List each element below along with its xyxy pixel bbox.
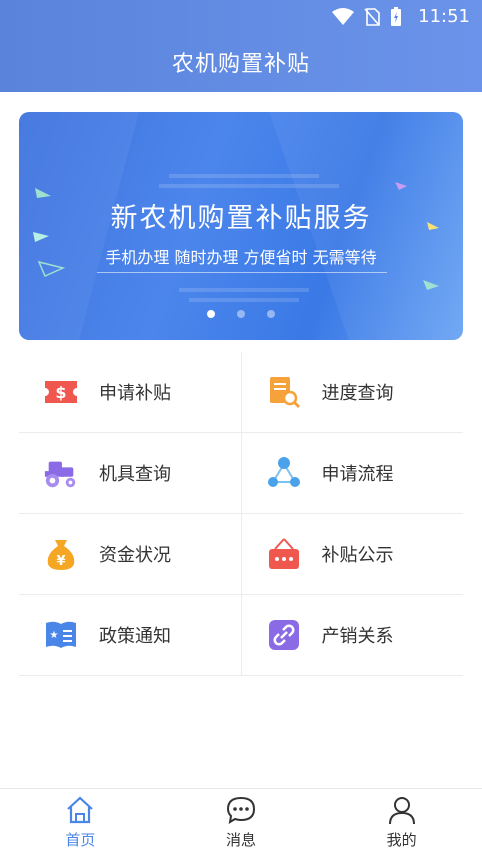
carousel-indicator [19, 310, 463, 318]
carousel-dot[interactable] [207, 310, 215, 318]
document-search-icon [266, 374, 302, 410]
menu-label: 产销关系 [321, 626, 394, 647]
message-icon [226, 796, 256, 824]
tab-label: 我的 [386, 831, 417, 849]
function-grid: $ 申请补贴 进度查询 机具查询 申请流程 ¥ 资金状况 补贴公示 ★ 政策通知… [19, 352, 463, 676]
carousel-dot[interactable] [267, 310, 275, 318]
svg-text:★: ★ [50, 630, 59, 641]
bottom-tab-bar: 首页 消息 我的 [0, 788, 482, 857]
svg-text:$: $ [55, 383, 66, 402]
grid-row: ¥ 资金状况 补贴公示 [19, 514, 463, 595]
money-bag-icon: ¥ [43, 536, 79, 572]
wifi-icon [332, 8, 354, 25]
menu-fund-status[interactable]: ¥ 资金状况 [19, 514, 242, 594]
menu-subsidy-notice[interactable]: 补贴公示 [242, 514, 464, 594]
menu-progress-query[interactable]: 进度查询 [242, 352, 464, 432]
flow-nodes-icon [266, 455, 302, 491]
banner-divider [97, 272, 387, 273]
policy-book-icon: ★ [43, 617, 79, 653]
banner-headline: 新农机购置补贴服务 [110, 203, 372, 234]
status-icons [332, 7, 402, 27]
battery-charging-icon [391, 7, 401, 26]
status-bar: 11:51 [0, 0, 482, 32]
tab-label: 首页 [65, 831, 96, 849]
no-sim-icon [364, 8, 380, 26]
link-icon [266, 617, 302, 653]
app-header: 11:51 农机购置补贴 [0, 0, 482, 92]
menu-label: 补贴公示 [321, 545, 394, 566]
tab-profile[interactable]: 我的 [321, 789, 482, 857]
menu-label: 申请补贴 [99, 383, 171, 404]
menu-policy-notice[interactable]: ★ 政策通知 [19, 595, 242, 675]
menu-apply-process[interactable]: 申请流程 [242, 433, 464, 513]
svg-text:¥: ¥ [56, 554, 65, 569]
status-time: 11:51 [418, 6, 470, 27]
menu-label: 资金状况 [99, 545, 171, 566]
menu-label: 政策通知 [99, 626, 171, 647]
menu-label: 机具查询 [99, 464, 171, 485]
banner-subline: 手机办理 随时办理 方便省时 无需等待 [105, 248, 377, 267]
tractor-icon [43, 455, 79, 491]
page-title: 农机购置补贴 [171, 52, 310, 77]
tab-home[interactable]: 首页 [0, 789, 161, 857]
grid-row: 机具查询 申请流程 [19, 433, 463, 514]
grid-row: $ 申请补贴 进度查询 [19, 352, 463, 433]
promo-banner[interactable]: 新农机购置补贴服务 手机办理 随时办理 方便省时 无需等待 [19, 112, 463, 340]
grid-row: ★ 政策通知 产销关系 [19, 595, 463, 676]
user-icon [388, 797, 415, 825]
tab-messages[interactable]: 消息 [161, 789, 322, 857]
menu-apply-subsidy[interactable]: $ 申请补贴 [19, 352, 242, 432]
notice-board-icon [266, 536, 302, 572]
money-ticket-icon: $ [43, 374, 79, 410]
menu-label: 申请流程 [321, 464, 394, 485]
menu-machine-query[interactable]: 机具查询 [19, 433, 242, 513]
menu-label: 进度查询 [321, 383, 394, 404]
carousel-dot[interactable] [237, 310, 245, 318]
tab-label: 消息 [226, 831, 257, 849]
menu-supply-relation[interactable]: 产销关系 [242, 595, 464, 675]
home-icon [67, 796, 94, 824]
